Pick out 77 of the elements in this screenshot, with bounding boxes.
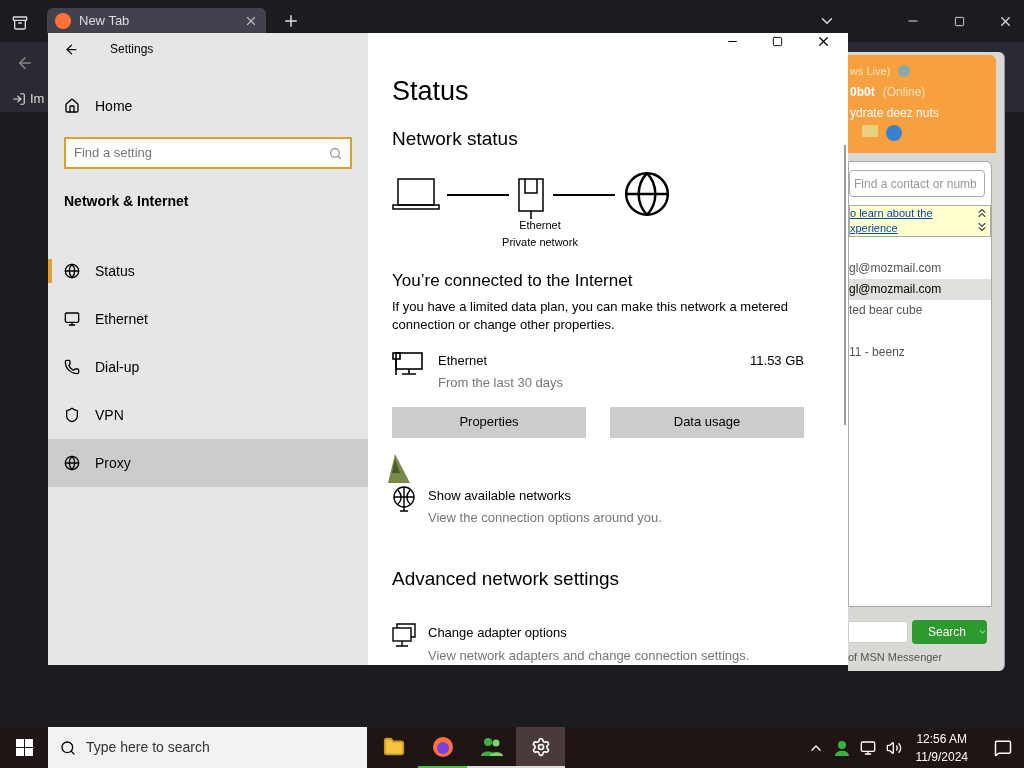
tab-title: New Tab bbox=[79, 11, 130, 30]
browser-tab[interactable]: New Tab bbox=[47, 8, 266, 33]
data-usage-amount: 11.53 GB bbox=[750, 351, 804, 370]
settings-icon bbox=[530, 736, 551, 757]
toolbar-label[interactable]: Im bbox=[30, 89, 45, 109]
notifications-icon[interactable] bbox=[994, 738, 1012, 757]
person-icon[interactable] bbox=[833, 739, 850, 756]
connection-line bbox=[447, 194, 509, 196]
computer-icon bbox=[392, 350, 424, 377]
tab-logo-icon bbox=[55, 12, 71, 29]
shield-icon bbox=[64, 407, 80, 423]
nav-item[interactable]: VPN bbox=[48, 391, 368, 439]
option-title[interactable]: Show available networks bbox=[428, 485, 662, 505]
laptop-icon bbox=[392, 177, 440, 211]
connection-name: Ethernet bbox=[438, 351, 489, 370]
tab-list-icon[interactable] bbox=[12, 15, 28, 31]
connection-line bbox=[553, 194, 615, 196]
back-icon[interactable] bbox=[64, 41, 79, 57]
window-title: Settings bbox=[110, 41, 154, 58]
option-subtitle: View the connection options around you. bbox=[428, 509, 662, 527]
import-icon[interactable] bbox=[12, 91, 26, 106]
globe-icon bbox=[622, 169, 672, 219]
people-icon bbox=[479, 735, 504, 758]
contact-item[interactable]: gl@mozmail.com bbox=[849, 279, 991, 300]
setting-search-field[interactable]: Find a setting bbox=[64, 137, 352, 169]
search-icon bbox=[329, 146, 342, 160]
contact-item[interactable]: ted bear cube bbox=[849, 300, 991, 321]
contact-item[interactable]: 11 - beenz bbox=[849, 342, 991, 363]
phone-icon bbox=[64, 359, 80, 375]
nav-item[interactable]: Proxy bbox=[48, 439, 368, 487]
nav-item[interactable]: Ethernet bbox=[48, 295, 368, 343]
banner-link[interactable]: xperience bbox=[850, 221, 975, 236]
scroll-up-icon[interactable] bbox=[975, 206, 989, 220]
home-item[interactable]: Home bbox=[48, 82, 368, 130]
monitors-icon bbox=[392, 623, 416, 649]
connection-text: If you have a limited data plan, you can make this network a metered connection or change other properties. bbox=[392, 297, 789, 334]
folder-icon bbox=[382, 735, 405, 758]
monitor-icon bbox=[64, 311, 80, 327]
globe-monitor-icon bbox=[392, 485, 416, 512]
search-button[interactable]: Search bbox=[912, 619, 987, 644]
connection-heading: You’re connected to the Internet bbox=[392, 270, 634, 292]
network-label: Private network bbox=[502, 234, 578, 250]
banner-link[interactable]: o learn about the bbox=[850, 206, 975, 221]
section-heading: Network & Internet bbox=[64, 192, 190, 211]
option-subtitle: View network adapters and change connection settings. bbox=[428, 646, 750, 665]
volume-icon[interactable] bbox=[885, 739, 902, 756]
pyramid-icon bbox=[387, 453, 411, 485]
action-button[interactable]: Properties bbox=[392, 406, 586, 438]
ethernet-icon bbox=[516, 177, 546, 219]
clock-date[interactable]: 11/9/2024 bbox=[915, 747, 968, 766]
search-input[interactable] bbox=[848, 620, 908, 643]
network-icon[interactable] bbox=[859, 739, 876, 756]
nav-item[interactable]: Dial-up bbox=[48, 343, 368, 391]
globe-icon bbox=[64, 263, 80, 279]
window-title: ws Live) bbox=[850, 64, 891, 79]
clock-time[interactable]: 12:56 AM bbox=[916, 729, 968, 748]
contact-item[interactable]: gl@mozmail.com bbox=[849, 258, 991, 279]
user-name: 0b0t bbox=[850, 83, 875, 101]
search-icon bbox=[60, 739, 76, 756]
home-icon bbox=[64, 98, 80, 114]
browser-logo-icon bbox=[431, 735, 454, 758]
taskbar-search-field[interactable]: Type here to search bbox=[48, 727, 367, 768]
section-heading: Network status bbox=[392, 126, 519, 151]
action-button[interactable]: Data usage bbox=[610, 406, 804, 438]
windows-logo-icon[interactable] bbox=[16, 739, 33, 756]
globe-icon bbox=[64, 455, 80, 471]
scroll-down-icon[interactable] bbox=[975, 220, 989, 234]
taskbar-app[interactable] bbox=[516, 727, 565, 768]
footer-text: of MSN Messenger bbox=[848, 649, 944, 665]
connection-period: From the last 30 days bbox=[438, 374, 564, 392]
new-tab-icon[interactable] bbox=[282, 12, 300, 30]
nav-item[interactable]: Status bbox=[48, 247, 368, 295]
maximize-icon[interactable] bbox=[772, 35, 783, 47]
adapter-label: Ethernet bbox=[519, 218, 561, 233]
option-title[interactable]: Change adapter options bbox=[428, 623, 750, 643]
page-title: Status bbox=[392, 75, 470, 108]
section-heading: Advanced network settings bbox=[392, 566, 621, 591]
